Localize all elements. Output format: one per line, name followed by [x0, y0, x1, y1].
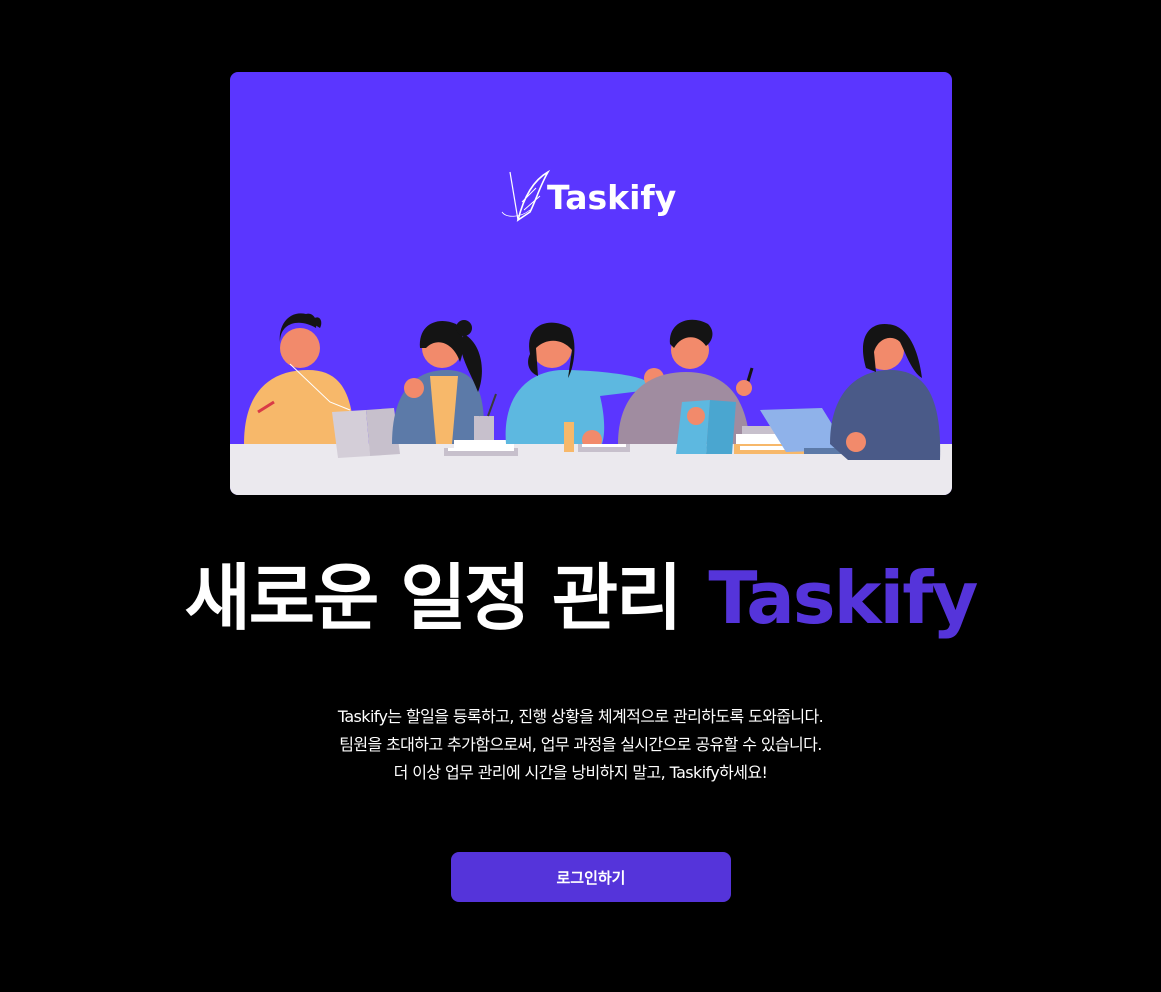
open-book-gray — [332, 408, 400, 458]
logo-text: Taskify — [547, 178, 676, 217]
headline: 새로운 일정 관리 Taskify — [0, 548, 1161, 648]
description-line-2: 팀원을 초대하고 추가함으로써, 업무 과정을 실시간으로 공유할 수 있습니다… — [339, 735, 822, 754]
feather-quill-icon — [501, 169, 551, 222]
hero-illustration: Taskify — [230, 169, 952, 495]
login-button[interactable]: 로그인하기 — [451, 852, 731, 902]
open-book-teal — [676, 400, 736, 454]
book-stack-center — [578, 444, 630, 452]
person-ponytail — [392, 320, 485, 444]
description-line-3: 더 이상 업무 관리에 시간을 낭비하지 말고, Taskify하세요! — [393, 763, 768, 782]
description-line-1: Taskify는 할일을 등록하고, 진행 상황을 체계적으로 관리하도록 도와… — [337, 707, 824, 726]
description: Taskify는 할일을 등록하고, 진행 상황을 체계적으로 관리하도록 도와… — [0, 703, 1161, 787]
person-navy-sweater — [830, 323, 941, 460]
headline-main: 새로운 일정 관리 — [184, 556, 683, 640]
hero-card: Taskify — [230, 72, 952, 495]
headline-brand: Taskify — [708, 556, 978, 640]
